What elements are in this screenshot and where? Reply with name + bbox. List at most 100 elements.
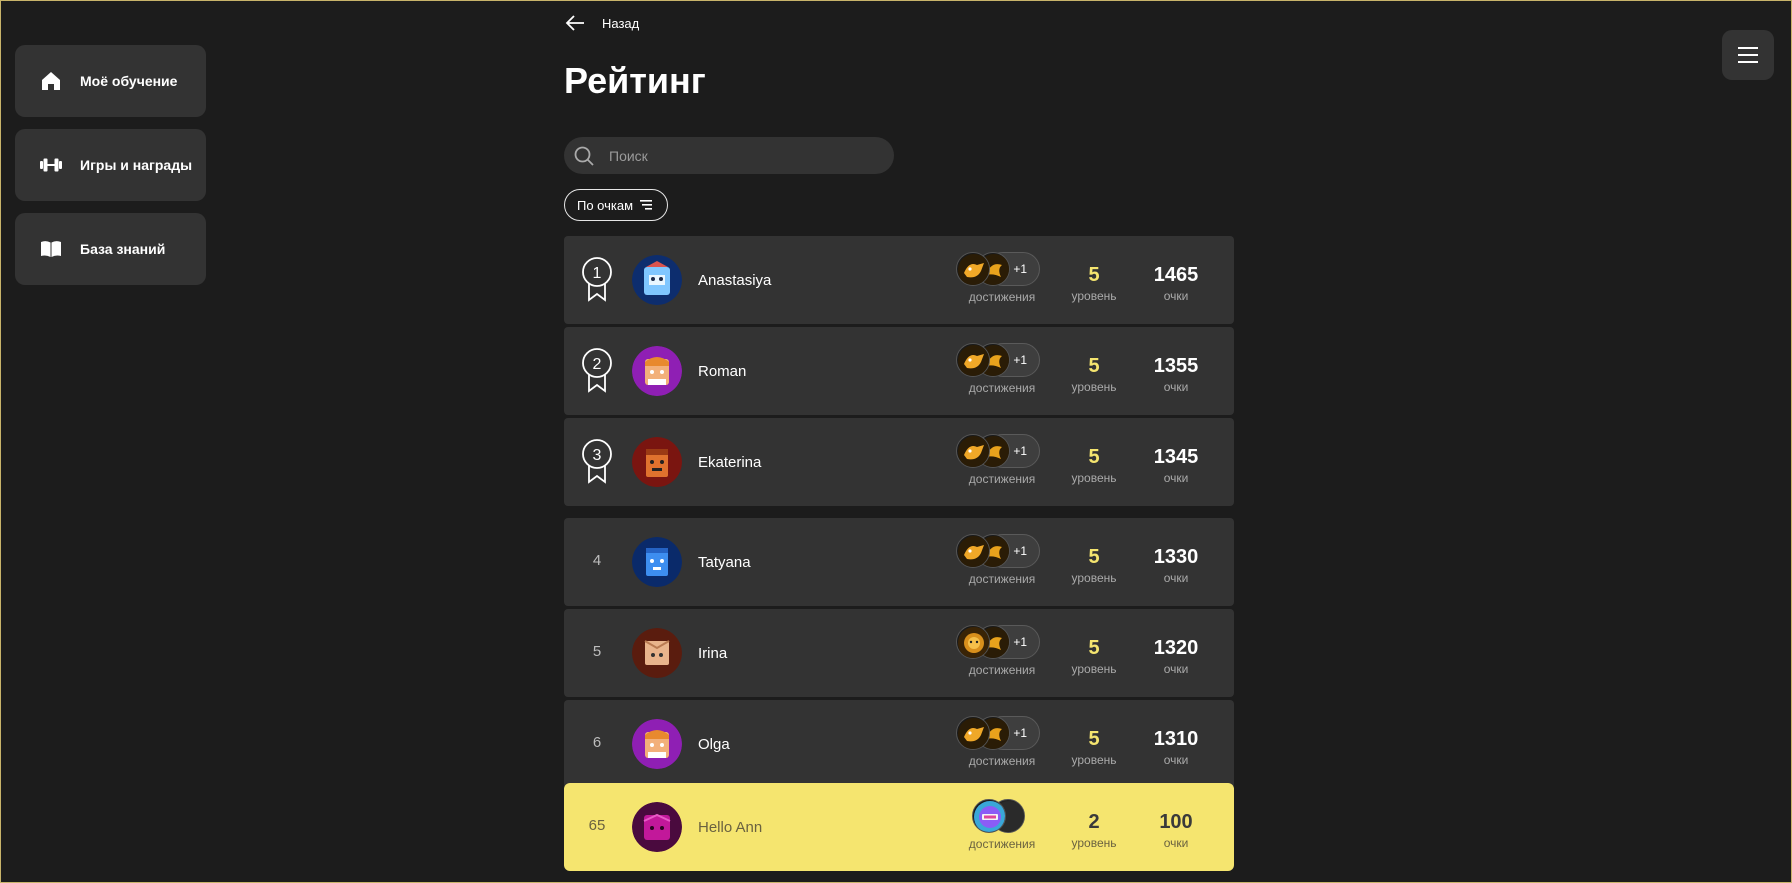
points-caption: очки (1163, 836, 1189, 850)
level-caption: уровень (1071, 753, 1117, 767)
back-link[interactable]: Назад (564, 12, 639, 34)
rank-number: 2 (593, 356, 602, 373)
avatar (632, 628, 682, 678)
points-value: 1355 (1153, 355, 1199, 377)
avatar (632, 537, 682, 587)
achievements[interactable]: +1 достижения (956, 716, 1048, 768)
sort-icon (640, 200, 653, 210)
leaderboard-row[interactable]: 4 Tatyana +1 достижения 5 уровень 1330 очк… (564, 518, 1234, 606)
search-bar (564, 137, 894, 174)
sidebar-item-games-rewards[interactable]: Игры и награды (15, 129, 206, 201)
rank-number: 3 (593, 447, 602, 464)
sidebar-item-label: Игры и награды (80, 157, 193, 173)
rank-number: 65 (588, 817, 606, 834)
sidebar-item-label: База знаний (80, 241, 166, 257)
achievement-badge-icon (956, 343, 990, 377)
achievements[interactable]: +1 достижения (956, 343, 1048, 395)
points-value: 100 (1159, 811, 1193, 833)
points: 1320 очки (1136, 637, 1216, 676)
back-label: Назад (602, 15, 640, 31)
user-name[interactable]: Hello Ann (698, 819, 762, 836)
current-user-row[interactable]: 65 Hello Ann достижения 2 уровень 100 очки (564, 783, 1234, 871)
level-value: 5 (1088, 446, 1100, 468)
level: 5 уровень (1064, 264, 1124, 303)
menu-button[interactable] (1722, 30, 1774, 80)
rank-number: 5 (592, 643, 602, 660)
level-value: 5 (1088, 728, 1100, 750)
achievement-badge-icon (956, 534, 990, 568)
points-caption: очки (1163, 571, 1189, 585)
level: 5 уровень (1064, 546, 1124, 585)
level-value: 5 (1088, 355, 1100, 377)
avatar (632, 719, 682, 769)
level-caption: уровень (1071, 662, 1117, 676)
achievements-caption: достижения (968, 572, 1036, 586)
hamburger-icon (1738, 47, 1758, 63)
sidebar-item-knowledge-base[interactable]: База знаний (15, 213, 206, 285)
achievements-caption: достижения (968, 663, 1036, 677)
user-name[interactable]: Irina (698, 645, 727, 662)
rank-number: 1 (593, 265, 602, 282)
medal-icon: 1 (578, 256, 616, 304)
user-name[interactable]: Tatyana (698, 554, 751, 571)
achievements[interactable]: +1 достижения (956, 534, 1048, 586)
points-value: 1320 (1153, 637, 1199, 659)
leaderboard-row[interactable]: 6 Olga +1 достижения 5 уровень 1310 очки (564, 700, 1234, 788)
sidebar: Моё обучение Игры и награды База знаний (15, 45, 206, 297)
achievement-badge-icon (956, 434, 990, 468)
user-name[interactable]: Anastasiya (698, 272, 771, 289)
achievement-badge-icon (956, 625, 990, 659)
rank-number: 4 (592, 552, 602, 569)
achievements-caption: достижения (968, 754, 1036, 768)
achievements[interactable]: +1 достижения (956, 625, 1048, 677)
level-value: 5 (1088, 637, 1100, 659)
arrow-left-icon (565, 15, 584, 31)
points-value: 1330 (1153, 546, 1199, 568)
points-caption: очки (1163, 380, 1189, 394)
level: 5 уровень (1064, 637, 1124, 676)
avatar (632, 255, 682, 305)
level-value: 2 (1088, 811, 1100, 833)
sort-label: По очкам (577, 197, 634, 213)
user-name[interactable]: Olga (698, 736, 730, 753)
leaderboard-row[interactable]: 3 Ekaterina +1 достижения 5 уровень 1345 о… (564, 418, 1234, 506)
book-icon (41, 241, 61, 257)
points-caption: очки (1163, 471, 1189, 485)
points-caption: очки (1163, 289, 1189, 303)
search-input[interactable] (607, 146, 871, 165)
leaderboard-row[interactable]: 5 Irina +1 достижения 5 уровень 1320 очки (564, 609, 1234, 697)
level-value: 5 (1088, 546, 1100, 568)
sort-button[interactable]: По очкам (564, 189, 669, 221)
points-value: 1465 (1153, 264, 1199, 286)
achievements[interactable]: достижения (956, 799, 1048, 851)
points-caption: очки (1163, 753, 1189, 767)
points-caption: очки (1163, 662, 1189, 676)
leaderboard-row[interactable]: 2 Roman +1 достижения 5 уровень 1355 очки (564, 327, 1234, 415)
leaderboard-row[interactable]: 1 Anastasiya +1 достижения 5 уровень 1465… (564, 236, 1234, 324)
user-name[interactable]: Roman (698, 363, 746, 380)
sidebar-item-my-learning[interactable]: Моё обучение (15, 45, 206, 117)
achievements-caption: достижения (968, 837, 1036, 851)
points-value: 1345 (1153, 446, 1199, 468)
level-caption: уровень (1071, 471, 1117, 485)
achievement-badge-icon (956, 252, 990, 286)
achievement-badge-icon (972, 799, 1006, 833)
achievements-caption: достижения (968, 472, 1036, 486)
points: 1310 очки (1136, 728, 1216, 767)
achievement-badge-icon (956, 716, 990, 750)
level-value: 5 (1088, 264, 1100, 286)
points: 1330 очки (1136, 546, 1216, 585)
achievements[interactable]: +1 достижения (956, 434, 1048, 486)
avatar (632, 437, 682, 487)
search-icon (574, 146, 594, 166)
medal-icon: 2 (578, 347, 616, 395)
rank-number: 6 (592, 734, 602, 751)
achievements-caption: достижения (968, 381, 1036, 395)
user-name[interactable]: Ekaterina (698, 454, 761, 471)
achievements[interactable]: +1 достижения (956, 252, 1048, 304)
level: 5 уровень (1064, 355, 1124, 394)
points-value: 1310 (1153, 728, 1199, 750)
level: 5 уровень (1064, 446, 1124, 485)
points: 100 очки (1136, 811, 1216, 850)
level-caption: уровень (1071, 836, 1117, 850)
